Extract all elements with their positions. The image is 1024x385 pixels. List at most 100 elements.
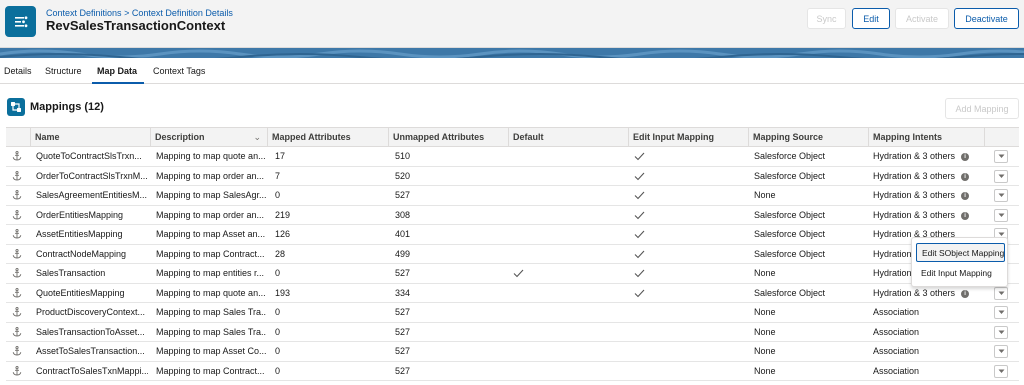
cell-mapped-attributes: 7 xyxy=(275,170,281,181)
row-action-button[interactable] xyxy=(994,150,1008,163)
row-action-button[interactable] xyxy=(994,189,1008,202)
row-action-button[interactable] xyxy=(994,364,1008,378)
column-header-mapping-intents[interactable]: Mapping Intents xyxy=(869,128,985,147)
edit-input-check-icon xyxy=(634,230,645,239)
row-action-button[interactable] xyxy=(994,169,1008,183)
anchor-icon[interactable] xyxy=(12,268,22,278)
anchor-icon[interactable] xyxy=(12,346,22,356)
cell-mapping-source: Salesforce Object xyxy=(754,209,826,220)
cell-mapping-source: Salesforce Object xyxy=(754,287,826,298)
tab-structure[interactable]: Structure xyxy=(45,66,82,76)
breadcrumb-context-definition-details[interactable]: Context Definition Details xyxy=(132,8,233,18)
mapping-intents-text: Association xyxy=(873,365,920,376)
anchor-icon[interactable] xyxy=(12,209,22,220)
cell-name[interactable]: ProductDiscoveryContext... xyxy=(36,303,148,322)
table-row: ContractToSalesTxnMappi... Mapping to ma… xyxy=(6,362,1019,381)
cell-name[interactable]: SalesTransactionToAsset... xyxy=(36,323,148,342)
cell-description: Mapping to map SalesAgr... xyxy=(156,190,266,200)
cell-name[interactable]: SalesAgreementEntitiesM... xyxy=(36,186,148,205)
cell-unmapped-attributes: 510 xyxy=(395,151,411,161)
chevron-down-icon[interactable]: ⌄ xyxy=(253,128,261,147)
table-row: ProductDiscoveryContext... Mapping to ma… xyxy=(6,303,1019,323)
column-header-name[interactable]: Name xyxy=(31,128,151,147)
row-action-button[interactable] xyxy=(994,325,1008,339)
cell-name[interactable]: ContractToSalesTxnMappi... xyxy=(36,362,148,381)
row-action-button[interactable] xyxy=(994,345,1008,358)
tab-details[interactable]: Details xyxy=(4,66,32,76)
anchor-icon[interactable] xyxy=(12,229,22,239)
info-icon[interactable]: i xyxy=(961,211,970,220)
column-header-label: Mapped Attributes xyxy=(272,132,351,142)
cell-mapping-intents: Association xyxy=(873,323,983,342)
info-icon[interactable]: i xyxy=(961,192,970,200)
anchor-icon[interactable] xyxy=(12,287,22,298)
cell-mapped-attributes: 0 xyxy=(275,365,281,376)
column-header-default[interactable]: Default xyxy=(509,128,629,147)
breadcrumb-separator: > xyxy=(124,8,130,18)
table-row: ContractNodeMapping Mapping to map Contr… xyxy=(6,245,1019,264)
info-icon[interactable]: i xyxy=(961,172,970,181)
cell-name[interactable]: QuoteToContractSlsTrxn... xyxy=(36,147,148,166)
cell-description: Mapping to map Asset an... xyxy=(156,229,266,239)
cell-name[interactable]: OrderEntitiesMapping xyxy=(36,206,148,225)
cell-unmapped-attributes: 527 xyxy=(395,268,411,278)
row-action-button[interactable] xyxy=(994,286,1008,300)
column-header-description[interactable]: Description ⌄ xyxy=(151,128,268,147)
info-icon[interactable]: i xyxy=(961,289,970,298)
edit-input-check-icon xyxy=(634,152,645,161)
cell-name[interactable]: AssetToSalesTransaction... xyxy=(36,342,148,361)
page-title: RevSalesTransactionContext xyxy=(46,18,226,33)
cell-unmapped-attributes: 527 xyxy=(395,307,411,317)
cell-mapping-intents: Association xyxy=(873,342,983,361)
column-header-drag xyxy=(6,128,31,147)
breadcrumb-context-definitions[interactable]: Context Definitions xyxy=(46,8,122,18)
cell-unmapped-attributes: 520 xyxy=(395,170,411,181)
column-header-label: Mapping Intents xyxy=(873,132,942,142)
anchor-icon[interactable] xyxy=(12,307,22,317)
card-title: Mappings (12) xyxy=(30,101,104,113)
cell-description: Mapping to map Contract... xyxy=(156,365,265,376)
activate-button[interactable]: Activate xyxy=(895,8,949,29)
edit-input-check-icon xyxy=(634,191,645,200)
cell-mapping-intents: Association xyxy=(873,303,983,322)
cell-name[interactable]: SalesTransaction xyxy=(36,264,148,283)
mapping-intents-text: Hydration & 3 others xyxy=(873,287,956,298)
mapping-intents-text: Hydration & 3 others xyxy=(873,190,956,200)
column-header-mapped-attributes[interactable]: Mapped Attributes xyxy=(268,128,389,147)
anchor-icon[interactable] xyxy=(12,248,22,259)
anchor-icon[interactable] xyxy=(12,365,22,376)
cell-mapping-intents: Association xyxy=(873,362,983,381)
column-header-edit-input-mapping[interactable]: Edit Input Mapping xyxy=(629,128,749,147)
cell-name[interactable]: AssetEntitiesMapping xyxy=(36,225,148,244)
breadcrumb: Context Definitions > Context Definition… xyxy=(46,8,233,18)
column-header-unmapped-attributes[interactable]: Unmapped Attributes xyxy=(389,128,509,147)
add-mapping-button[interactable]: Add Mapping xyxy=(945,98,1019,119)
cell-mapped-attributes: 126 xyxy=(275,229,291,239)
info-icon[interactable]: i xyxy=(961,153,970,161)
tab-context-tags[interactable]: Context Tags xyxy=(153,66,205,76)
cell-mapping-source: Salesforce Object xyxy=(754,229,826,239)
anchor-icon[interactable] xyxy=(12,326,22,337)
tab-map-data[interactable]: Map Data xyxy=(97,66,137,76)
cell-name[interactable]: OrderToContractSlsTrxnM... xyxy=(36,167,148,186)
edit-button[interactable]: Edit xyxy=(852,8,890,29)
anchor-icon[interactable] xyxy=(12,151,22,161)
deactivate-button[interactable]: Deactivate xyxy=(954,8,1019,29)
column-header-label: Unmapped Attributes xyxy=(393,132,485,142)
sync-button[interactable]: Sync xyxy=(807,8,846,29)
cell-name[interactable]: QuoteEntitiesMapping xyxy=(36,284,148,303)
anchor-icon[interactable] xyxy=(12,170,22,181)
edit-input-check-icon xyxy=(634,250,645,259)
row-action-button[interactable] xyxy=(994,208,1008,222)
cell-mapping-intents: Hydration & 3 others i xyxy=(873,147,983,166)
anchor-icon[interactable] xyxy=(12,190,22,200)
column-header-mapping-source[interactable]: Mapping Source xyxy=(749,128,869,147)
cell-name[interactable]: ContractNodeMapping xyxy=(36,245,148,264)
row-action-button[interactable] xyxy=(994,306,1008,319)
cell-mapped-attributes: 17 xyxy=(275,151,286,161)
menu-item-edit-input-mapping[interactable]: Edit Input Mapping xyxy=(916,264,1005,283)
cell-mapping-intents: Hydration & 3 others i xyxy=(873,167,983,186)
mapping-intents-text: Association xyxy=(873,326,920,337)
menu-item-edit-sobject-mapping[interactable]: Edit SObject Mapping xyxy=(916,243,1005,262)
cell-mapping-source: None xyxy=(754,365,776,376)
